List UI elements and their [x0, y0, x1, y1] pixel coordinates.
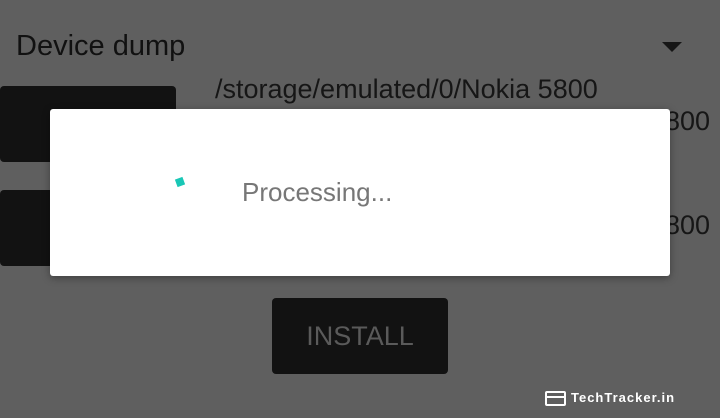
source-spinner[interactable]: Device dump — [16, 28, 716, 68]
browser-window-icon — [545, 391, 566, 406]
dropdown-arrow-icon — [662, 42, 682, 52]
progress-spinner-icon — [174, 176, 186, 188]
dialog-message: Processing... — [242, 177, 393, 207]
install-button[interactable]: INSTALL — [272, 298, 448, 374]
progress-dialog: Processing... — [50, 109, 670, 276]
app-screen: Device dump /storage/emulated/0/Nokia 58… — [0, 0, 720, 418]
path-text-3: 800 — [665, 210, 711, 240]
path-text-2: 800 — [665, 106, 711, 136]
path-text-1: /storage/emulated/0/Nokia 5800 — [215, 74, 598, 104]
source-spinner-value: Device dump — [16, 30, 186, 62]
watermark-text: TechTracker.in — [571, 390, 676, 405]
